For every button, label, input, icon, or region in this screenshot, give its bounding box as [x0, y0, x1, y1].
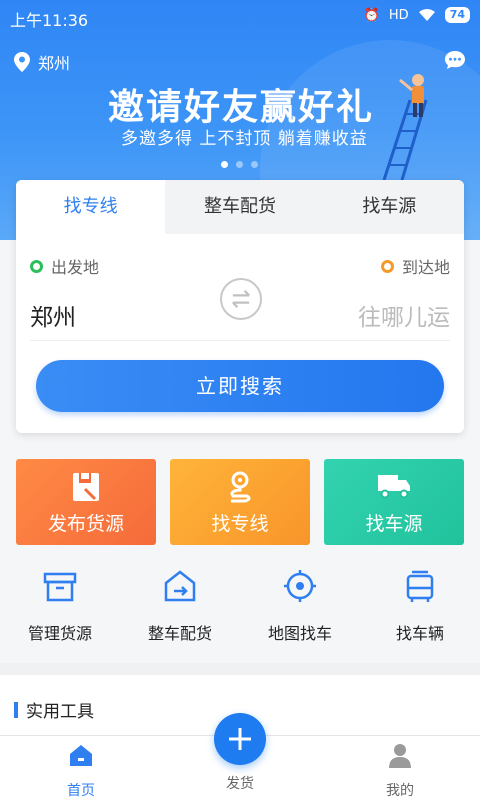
- alarm-icon: ⏰: [363, 7, 380, 23]
- locate-icon: [284, 570, 316, 602]
- status-time: 上午11:36: [10, 11, 89, 30]
- destination-label: 到达地: [380, 254, 450, 278]
- status-bar: 上午11:36 ⏰ HD 74: [0, 0, 480, 32]
- bus-icon: [406, 570, 434, 602]
- search-card: 找专线 整车配货 找车源 出发地 到达地 郑州 往哪儿运 立即搜索: [16, 180, 464, 433]
- section-separator: [0, 663, 480, 675]
- map-find-truck-action[interactable]: 地图找车: [240, 568, 360, 644]
- quick-action-label: 找车辆: [395, 624, 444, 643]
- battery-indicator: 74: [444, 7, 470, 23]
- network-label: HD: [388, 7, 409, 23]
- home-icon: [70, 745, 92, 766]
- destination-label-text: 到达地: [401, 258, 450, 277]
- location-pin-icon: [14, 52, 30, 72]
- nav-home[interactable]: 首页: [31, 742, 131, 800]
- banner-title: 邀请好友赢好礼: [108, 87, 375, 128]
- warehouse-icon: [164, 570, 196, 602]
- nav-mine[interactable]: 我的: [350, 742, 450, 800]
- wifi-icon: [418, 9, 435, 21]
- origin-field[interactable]: 郑州: [30, 298, 76, 332]
- city-label: 郑州: [38, 54, 71, 73]
- destination-field[interactable]: 往哪儿运: [358, 298, 450, 332]
- location-selector[interactable]: 郑州: [14, 50, 70, 74]
- tab-find-truck[interactable]: 找车源: [315, 180, 464, 234]
- route-pin-icon: [230, 471, 251, 503]
- find-vehicle-action[interactable]: 找车辆: [360, 568, 480, 644]
- heading-accent: [14, 701, 18, 718]
- post-cargo-button[interactable]: [214, 713, 266, 765]
- plus-icon: [229, 728, 251, 750]
- origin-label: 出发地: [30, 254, 99, 278]
- ladder-illustration: [382, 74, 428, 180]
- tools-title: 实用工具: [26, 702, 94, 722]
- nav-home-label: 首页: [67, 783, 95, 799]
- message-icon[interactable]: [444, 50, 466, 70]
- divider: [30, 340, 450, 341]
- publish-cargo-tile[interactable]: 发布货源: [16, 459, 156, 545]
- manage-cargo-action[interactable]: 管理货源: [0, 568, 120, 644]
- find-truck-tile[interactable]: 找车源: [324, 459, 464, 545]
- quick-action-label: 整车配货: [147, 624, 212, 643]
- search-button[interactable]: 立即搜索: [36, 360, 444, 412]
- cargo-doc-icon: [73, 473, 99, 501]
- origin-dot-icon: [30, 259, 43, 273]
- tile-label: 找专线: [211, 513, 269, 535]
- tab-find-line[interactable]: 找专线: [16, 180, 166, 234]
- pagination-dot[interactable]: [221, 161, 228, 168]
- user-icon: [389, 744, 411, 768]
- banner-pagination: [221, 161, 258, 168]
- nav-mine-label: 我的: [386, 783, 414, 799]
- nav-post-label: 发货: [226, 776, 254, 792]
- box-icon: [43, 572, 77, 602]
- tile-label: 找车源: [365, 513, 423, 535]
- tile-label: 发布货源: [47, 513, 124, 535]
- find-line-tile[interactable]: 找专线: [170, 459, 310, 545]
- origin-label-text: 出发地: [51, 258, 100, 277]
- pagination-dot[interactable]: [251, 161, 258, 168]
- banner-subtitle: 多邀多得 上不封顶 躺着赚收益: [121, 129, 368, 149]
- search-tabs: 找专线 整车配货 找车源: [16, 180, 464, 234]
- whole-truck-action[interactable]: 整车配货: [120, 568, 240, 644]
- swap-icon[interactable]: [220, 278, 262, 320]
- pagination-dot[interactable]: [236, 161, 243, 168]
- truck-icon: [378, 475, 410, 499]
- quick-action-label: 管理货源: [27, 624, 92, 643]
- destination-dot-icon: [380, 259, 394, 273]
- tools-heading: 实用工具: [14, 697, 94, 722]
- tab-whole-truck[interactable]: 整车配货: [165, 180, 314, 234]
- status-icons: ⏰ HD 74: [364, 7, 470, 23]
- route-labels: 出发地 到达地: [16, 254, 464, 278]
- quick-action-label: 地图找车: [267, 624, 332, 643]
